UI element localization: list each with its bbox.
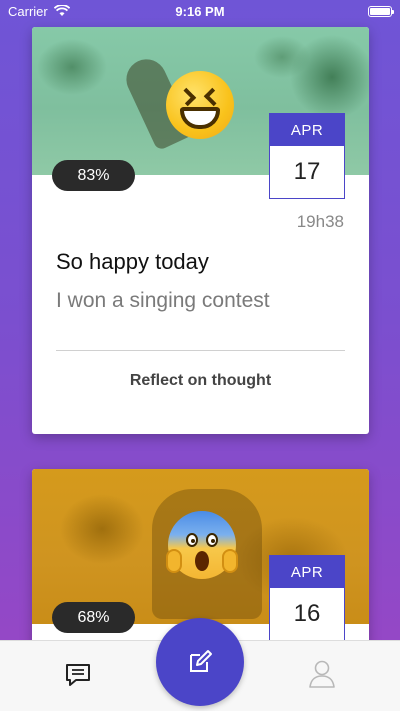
thought-subtitle: I won a singing contest [56,289,270,312]
date-day: 17 [293,158,321,185]
thought-card[interactable]: APR 17 83% 19h38 So happy today I won a … [32,27,369,434]
chat-icon[interactable] [64,661,92,689]
percent-badge: 83% [52,160,135,191]
date-month: APR [270,114,344,146]
battery-icon [368,5,394,17]
date-box: APR 17 [269,113,345,199]
status-time: 9:16 PM [175,3,225,19]
thought-title: So happy today [56,249,209,274]
grinning-squinting-face-icon [166,71,234,139]
profile-icon[interactable] [308,659,336,689]
date-box: APR 16 [269,555,345,641]
divider [56,350,345,351]
compose-button[interactable] [156,618,244,706]
date-month: APR [270,556,344,588]
status-bar: Carrier 9:16 PM [0,0,400,22]
percent-badge: 68% [52,602,135,633]
reflect-on-thought-button[interactable]: Reflect on thought [32,372,369,390]
thought-time: 19h38 [296,212,344,231]
date-day: 16 [293,600,321,627]
edit-icon [190,650,212,672]
screaming-face-icon [166,511,238,579]
